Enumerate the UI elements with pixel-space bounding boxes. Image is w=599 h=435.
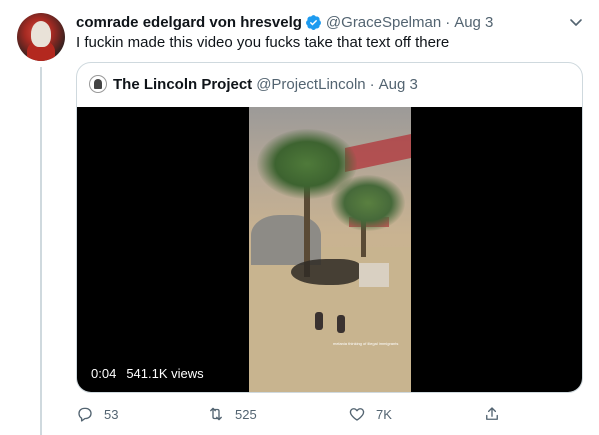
quoted-tweet-card[interactable]: The Lincoln Project @ProjectLincoln · Au… — [76, 62, 583, 393]
shadow — [291, 259, 361, 285]
handle[interactable]: @GraceSpelman — [326, 14, 441, 31]
tweet-header: comrade edelgard von hresvelg @GraceSpel… — [76, 12, 493, 32]
tweet-date[interactable]: Aug 3 — [454, 14, 493, 31]
quoted-handle[interactable]: @ProjectLincoln — [256, 76, 365, 93]
tweet[interactable]: comrade edelgard von hresvelg @GraceSpel… — [0, 0, 599, 435]
fountain — [251, 215, 321, 265]
like-count: 7K — [376, 406, 392, 422]
action-bar: 53 525 7K — [76, 403, 506, 425]
thread-line — [40, 67, 42, 435]
palm-fronds — [331, 175, 405, 231]
video-elapsed-time: 0:04 — [91, 366, 117, 381]
video-player[interactable]: melania thinking of illegal immigrants 0… — [77, 107, 582, 392]
share-icon — [486, 407, 498, 420]
reply-icon — [78, 407, 92, 422]
separator-dot: · — [445, 13, 451, 31]
share-button[interactable] — [483, 403, 511, 425]
quoted-separator-dot: · — [369, 75, 375, 93]
quoted-tweet-header: The Lincoln Project @ProjectLincoln · Au… — [89, 74, 418, 94]
reply-button[interactable]: 53 — [76, 403, 118, 425]
avatar[interactable] — [17, 13, 65, 61]
like-icon — [349, 408, 365, 421]
display-name[interactable]: comrade edelgard von hresvelg — [76, 14, 302, 31]
stone-block — [359, 263, 389, 287]
reply-count: 53 — [104, 406, 119, 422]
person — [315, 312, 323, 330]
quoted-avatar[interactable] — [89, 75, 107, 93]
person — [337, 315, 345, 333]
retweet-icon — [210, 407, 222, 421]
quoted-display-name[interactable]: The Lincoln Project — [113, 76, 252, 93]
video-frame: melania thinking of illegal immigrants — [249, 107, 411, 392]
avatar-figure-head — [31, 21, 51, 47]
chevron-down-icon[interactable] — [568, 14, 584, 30]
like-button[interactable]: 7K — [348, 403, 392, 425]
quoted-date[interactable]: Aug 3 — [379, 76, 418, 93]
verified-badge-icon — [305, 14, 321, 30]
video-view-count: 541.1K views — [126, 366, 204, 381]
retweet-button[interactable]: 525 — [207, 403, 257, 425]
retweet-count: 525 — [235, 406, 257, 422]
tweet-text: I fuckin made this video you fucks take … — [76, 34, 450, 51]
video-caption: melania thinking of illegal immigrants — [333, 341, 399, 346]
video-stats: 0:04 541.1K views — [91, 366, 204, 381]
